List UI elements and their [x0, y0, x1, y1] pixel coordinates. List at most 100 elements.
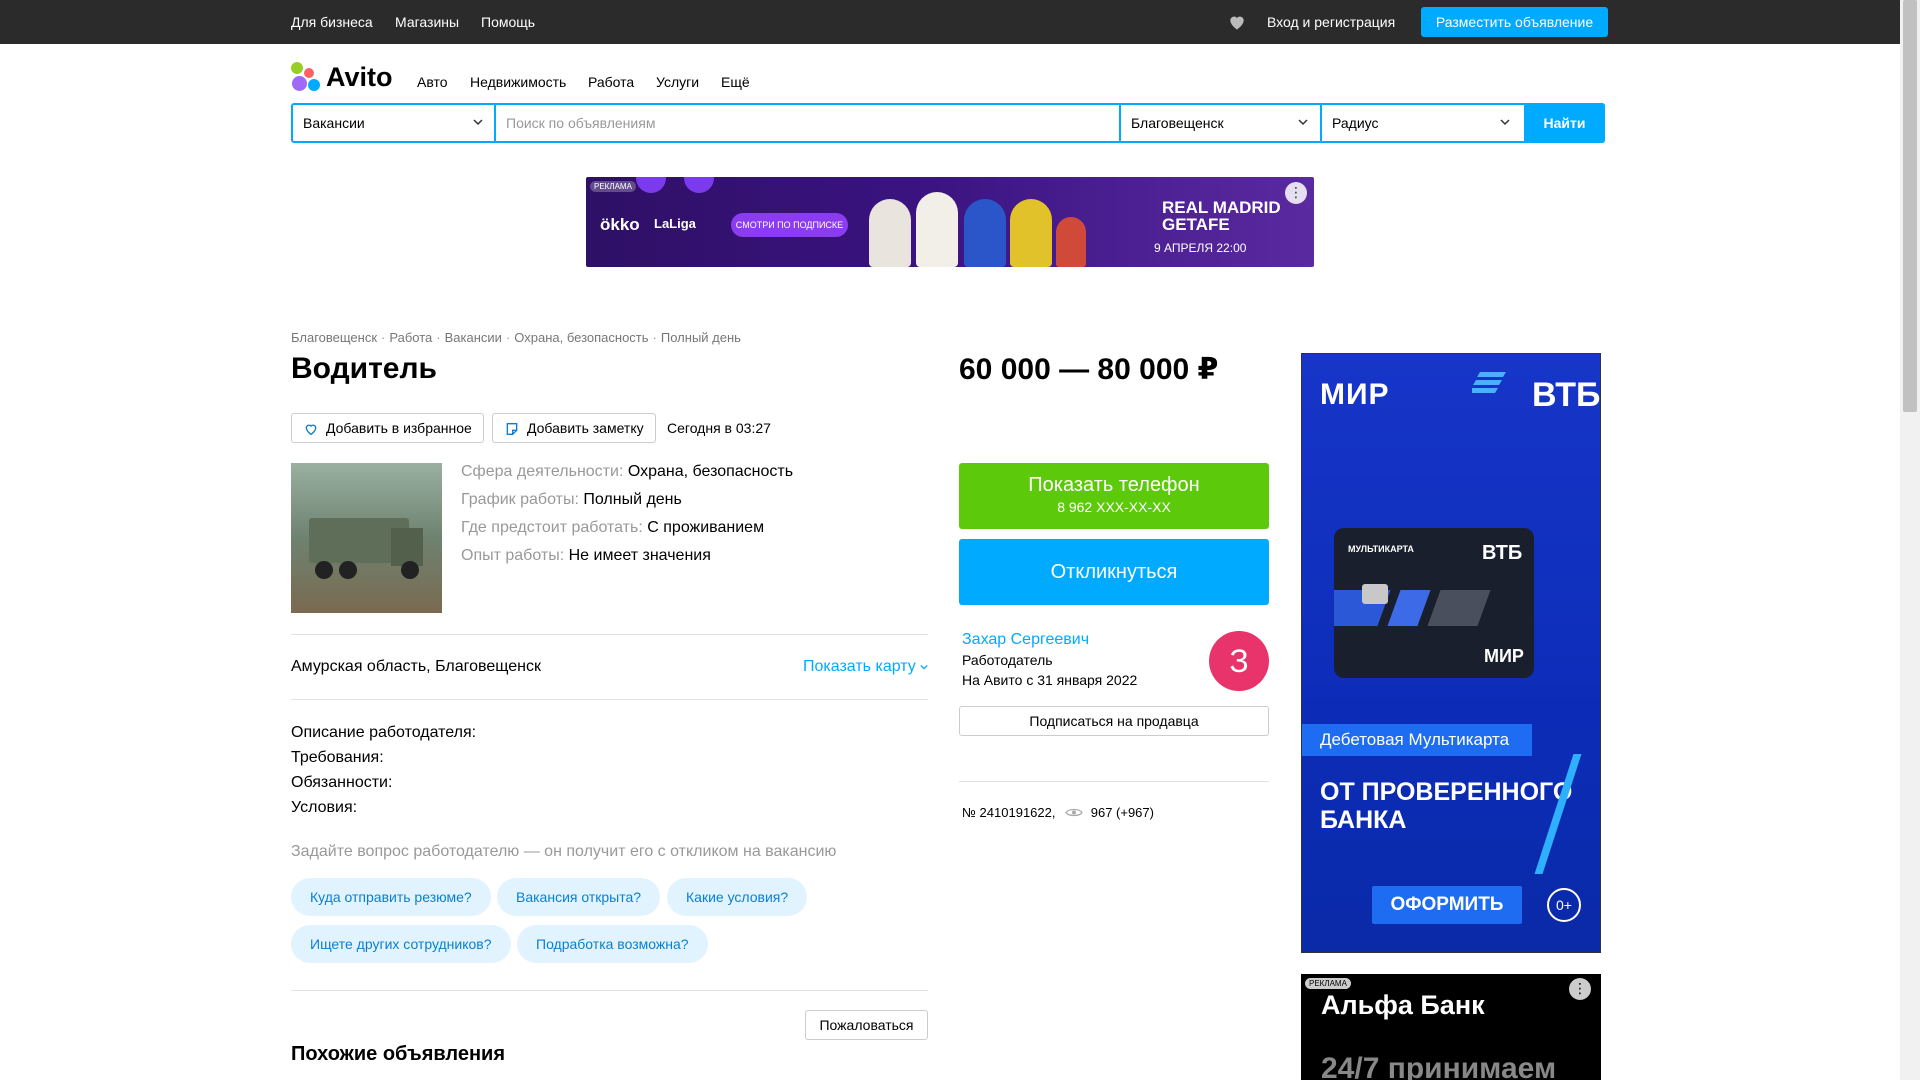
add-to-favorites-button[interactable]: Добавить в избранное — [291, 413, 484, 443]
nav-auto[interactable]: Авто — [417, 74, 448, 90]
alfa-ad[interactable]: РЕКЛАМА Альфа Банк 24/7 принимаем ⋮ — [1301, 974, 1601, 1080]
quick-question-chip[interactable]: Куда отправить резюме? — [291, 878, 491, 916]
headline-line-2: БАНКА — [1320, 806, 1407, 834]
link-shops[interactable]: Магазины — [395, 14, 459, 30]
divider — [291, 634, 928, 635]
listing-photo[interactable] — [291, 463, 442, 613]
age-rating: 0+ — [1547, 888, 1581, 922]
logo-dot-icon — [292, 76, 307, 91]
respond-button[interactable]: Откликнуться — [959, 539, 1269, 605]
quick-question-chip[interactable]: Какие условия? — [667, 878, 808, 916]
login-link[interactable]: Вход и регистрация — [1267, 14, 1395, 30]
chevron-down-icon — [1500, 119, 1510, 126]
nav-more[interactable]: Ещё — [721, 74, 750, 90]
card-brand: ВТБ — [1482, 542, 1523, 564]
similar-listings-heading: Похожие объявления — [291, 1043, 506, 1065]
seller-name-link[interactable]: Захар Сергеевич — [962, 631, 1089, 649]
radius-select[interactable]: Радиус — [1320, 105, 1525, 141]
chevron-down-icon — [473, 119, 483, 126]
vtb-ad-headline: ОТ ПРОВЕРЕННОГО БАНКА — [1320, 778, 1572, 834]
divider — [291, 699, 928, 700]
nav-jobs[interactable]: Работа — [588, 74, 634, 90]
subscribe-seller-button[interactable]: Подписаться на продавца — [959, 706, 1269, 736]
breadcrumb-item[interactable]: Вакансии — [445, 330, 502, 345]
nav-services[interactable]: Услуги — [656, 74, 699, 90]
quick-question-chip[interactable]: Ищете других сотрудников? — [291, 925, 511, 963]
breadcrumb-item[interactable]: Благовещенск — [291, 330, 377, 345]
link-help[interactable]: Помощь — [481, 14, 535, 30]
attribute-key: Опыт работы: — [461, 547, 565, 564]
avito-logo[interactable]: Avito — [291, 62, 401, 96]
show-map-label: Показать карту — [803, 658, 916, 675]
card-stripe — [1427, 590, 1491, 626]
top-ad-banner[interactable]: РЕКЛАМА ökko LaLiga СМОТРИ ПО ПОДПИСКЕ R… — [586, 177, 1314, 267]
card-mir: МИР — [1484, 646, 1524, 666]
price: 60 000 — 80 000 ₽ — [959, 353, 1219, 386]
attribute-row: График работы: Полный день — [461, 491, 682, 509]
more-options-icon[interactable]: ⋮ — [1569, 978, 1591, 1000]
avatar[interactable]: З — [1209, 631, 1269, 691]
search-input-placeholder: Поиск по объявлениям — [506, 115, 656, 131]
vtb-ad-tagline: Дебетовая Мультикарта — [1302, 724, 1532, 756]
search-submit-button[interactable]: Найти — [1524, 103, 1605, 143]
post-ad-button[interactable]: Разместить объявление — [1421, 7, 1608, 37]
more-options-icon[interactable]: ⋮ — [1285, 182, 1307, 204]
attribute-key: Где предстоит работать: — [461, 519, 643, 536]
breadcrumb-item[interactable]: Полный день — [661, 330, 741, 345]
complain-button[interactable]: Пожаловаться — [805, 1010, 928, 1040]
show-phone-label: Показать телефон — [1028, 474, 1200, 496]
vtb-ad[interactable]: МИР ВТБ МУЛЬТИКАРТА ВТБ МИР Дебетовая Му… — [1301, 353, 1601, 953]
eye-icon — [1065, 808, 1083, 817]
listing-meta: № 2410191622, 967 (+967) — [962, 805, 1154, 820]
scrollbar-thumb[interactable] — [1903, 0, 1917, 412]
quick-question-chip[interactable]: Подработка возможна? — [517, 925, 708, 963]
player-image — [1010, 199, 1052, 267]
radius-select-value: Радиус — [1332, 115, 1379, 131]
search-bar: Вакансии Поиск по объявлениям Благовещен… — [291, 103, 1605, 143]
card-title: МУЛЬТИКАРТА — [1348, 544, 1414, 554]
player-image — [1056, 217, 1086, 267]
attribute-value: Не имеет значения — [568, 547, 711, 564]
favorites-heart-icon[interactable] — [1227, 12, 1247, 32]
search-input[interactable]: Поиск по объявлениям — [494, 105, 1119, 141]
laliga-logo: LaLiga — [654, 216, 696, 231]
attribute-value: С проживанием — [647, 519, 765, 536]
nav-realty[interactable]: Недвижимость — [470, 74, 566, 90]
category-select-value: Вакансии — [303, 115, 365, 131]
link-for-business[interactable]: Для бизнеса — [291, 14, 373, 30]
quick-question-chip[interactable]: Вакансия открыта? — [497, 878, 661, 916]
ask-employer-prompt: Задайте вопрос работодателю — он получит… — [291, 843, 837, 860]
category-select[interactable]: Вакансии — [293, 105, 494, 141]
attribute-row: Сфера деятельности: Охрана, безопасность — [461, 463, 793, 481]
location-address: Амурская область, Благовещенск — [291, 658, 541, 675]
attribute-value: Полный день — [583, 491, 682, 508]
description-employer: Описание работодателя: — [291, 724, 477, 741]
publish-date: Сегодня в 03:27 — [667, 420, 771, 436]
logo-dot-icon — [304, 68, 314, 78]
vtb-logo: ВТБ — [1532, 376, 1601, 414]
logo-dot-icon — [291, 62, 303, 74]
vtb-apply-button[interactable]: ОФОРМИТЬ — [1372, 886, 1522, 924]
divider — [291, 990, 928, 991]
attribute-value: Охрана, безопасность — [627, 463, 794, 480]
decor-circle — [636, 177, 666, 193]
banner-match-title: REAL MADRID GETAFE — [1162, 199, 1281, 233]
attribute-key: Сфера деятельности: — [461, 463, 624, 480]
show-map-link[interactable]: Показать карту — [803, 658, 928, 676]
logo-text: Avito — [326, 62, 393, 92]
breadcrumb-item[interactable]: Работа — [389, 330, 432, 345]
ad-label: РЕКЛАМА — [590, 181, 636, 192]
show-phone-button[interactable]: Показать телефон 8 962 XXX-XX-XX — [959, 463, 1269, 529]
banner-cta: СМОТРИ ПО ПОДПИСКЕ — [731, 213, 848, 237]
player-image — [869, 199, 911, 267]
card-chip-icon — [1362, 584, 1388, 604]
breadcrumb-item[interactable]: Охрана, безопасность — [514, 330, 648, 345]
description-conditions: Условия: — [291, 799, 358, 816]
add-note-button[interactable]: Добавить заметку — [492, 413, 656, 443]
attribute-row: Опыт работы: Не имеет значения — [461, 547, 711, 565]
chevron-down-icon — [1298, 119, 1308, 126]
city-select[interactable]: Благовещенск — [1119, 105, 1320, 141]
top-bar: Для бизнеса Магазины Помощь Вход и регис… — [0, 0, 1900, 44]
truck-shape — [315, 561, 333, 579]
ad-label: РЕКЛАМА — [1305, 978, 1351, 989]
